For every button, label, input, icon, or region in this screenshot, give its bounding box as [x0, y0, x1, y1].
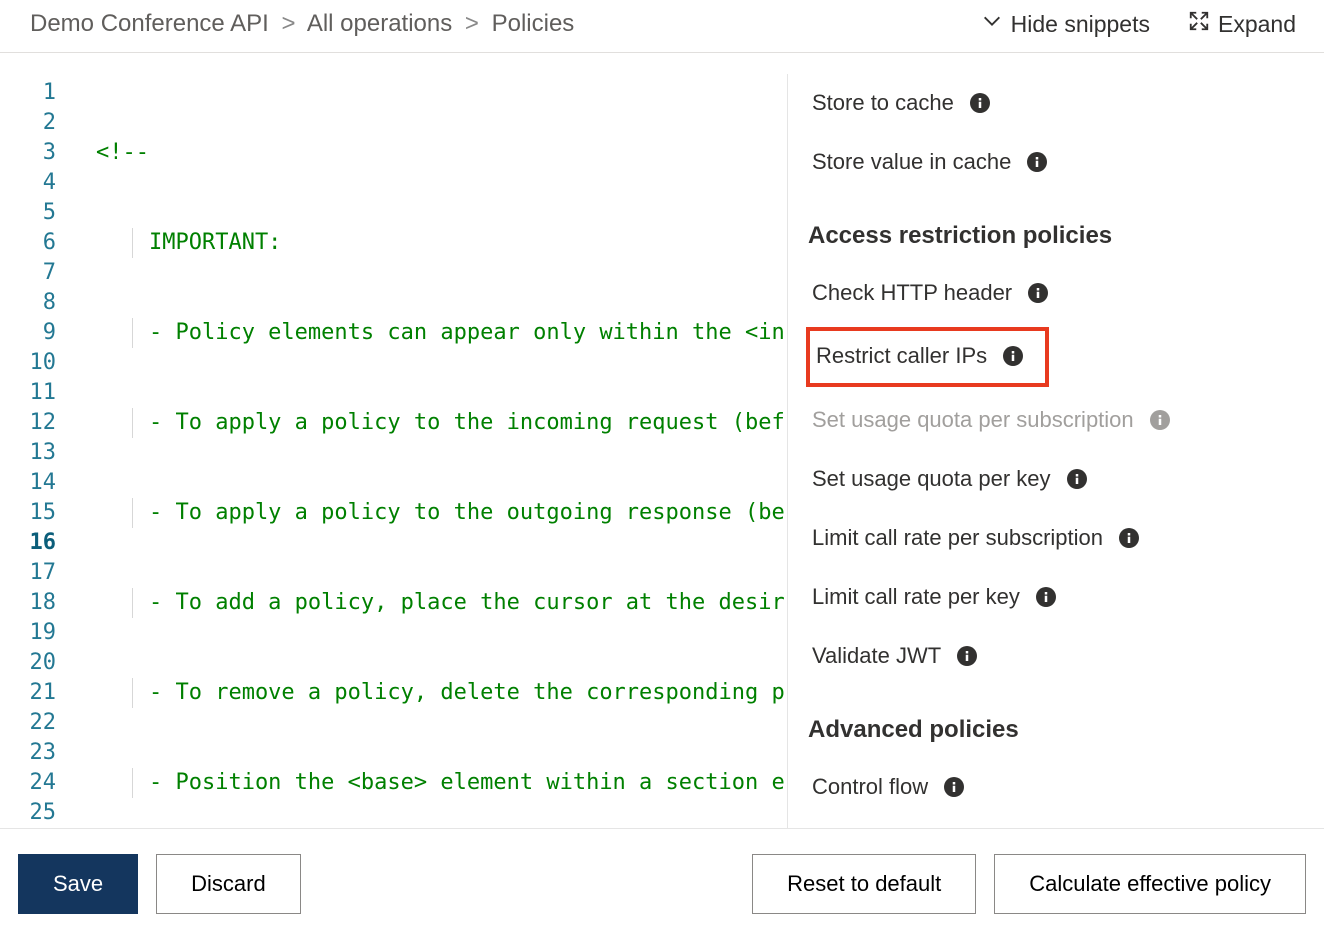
- code-text: - Policy elements can appear only within…: [96, 320, 785, 345]
- snippet-category-access: Access restriction policies: [806, 192, 1302, 264]
- snippet-label: Limit call rate per subscription: [812, 525, 1103, 551]
- code-text: - To add a policy, place the cursor at t…: [96, 590, 785, 615]
- info-icon[interactable]: [1150, 410, 1170, 430]
- breadcrumb: Demo Conference API > All operations > P…: [30, 10, 574, 38]
- code-text: IMPORTANT:: [96, 230, 281, 255]
- snippet-limit-call-rate-per-subscription[interactable]: Limit call rate per subscription: [806, 509, 1302, 568]
- top-actions: Hide snippets Expand: [981, 10, 1296, 38]
- snippet-label: Control flow: [812, 774, 928, 800]
- snippet-store-value-in-cache[interactable]: Store value in cache: [806, 133, 1302, 192]
- snippet-restrict-caller-ips[interactable]: Restrict caller IPs: [806, 327, 1049, 387]
- snippet-label: Check HTTP header: [812, 280, 1012, 306]
- snippet-category-advanced: Advanced policies: [806, 686, 1302, 758]
- info-icon[interactable]: [1036, 587, 1056, 607]
- breadcrumb-item-ops[interactable]: All operations: [307, 10, 452, 37]
- snippet-check-http-header[interactable]: Check HTTP header: [806, 264, 1302, 323]
- expand-button[interactable]: Expand: [1188, 10, 1296, 38]
- snippet-label: Set usage quota per subscription: [812, 407, 1134, 433]
- info-icon[interactable]: [1003, 346, 1023, 366]
- topbar: Demo Conference API > All operations > P…: [0, 0, 1324, 53]
- snippet-store-to-cache[interactable]: Store to cache: [806, 74, 1302, 133]
- snippet-set-usage-quota-per-key[interactable]: Set usage quota per key: [806, 450, 1302, 509]
- snippet-control-flow[interactable]: Control flow: [806, 758, 1302, 817]
- code-text: - Position the <base> element within a s…: [96, 770, 785, 795]
- hide-snippets-button[interactable]: Hide snippets: [981, 10, 1150, 38]
- snippet-label: Restrict caller IPs: [816, 343, 987, 369]
- info-icon[interactable]: [957, 646, 977, 666]
- snippet-label: Limit call rate per key: [812, 584, 1020, 610]
- snippet-limit-call-rate-per-key[interactable]: Limit call rate per key: [806, 568, 1302, 627]
- info-icon[interactable]: [1067, 469, 1087, 489]
- reset-to-default-button[interactable]: Reset to default: [752, 854, 976, 914]
- info-icon[interactable]: [1028, 283, 1048, 303]
- discard-button[interactable]: Discard: [156, 854, 301, 914]
- code-editor[interactable]: 1234567891011121314151617181920212223242…: [0, 74, 787, 828]
- info-icon[interactable]: [970, 93, 990, 113]
- snippet-label: Store to cache: [812, 90, 954, 116]
- code-text: - To apply a policy to the outgoing resp…: [96, 500, 785, 525]
- code-content[interactable]: <!-- IMPORTANT: - Policy elements can ap…: [68, 74, 787, 828]
- code-text: - To remove a policy, delete the corresp…: [96, 680, 785, 705]
- hide-snippets-label: Hide snippets: [1011, 11, 1150, 38]
- line-number-gutter: 1234567891011121314151617181920212223242…: [0, 74, 68, 828]
- policy-editor-pane: 1234567891011121314151617181920212223242…: [0, 74, 788, 828]
- snippet-label: Set usage quota per key: [812, 466, 1051, 492]
- breadcrumb-separator: >: [459, 10, 485, 37]
- code-text: - To apply a policy to the incoming requ…: [96, 410, 785, 435]
- main-area: 1234567891011121314151617181920212223242…: [0, 74, 1324, 828]
- calculate-effective-policy-button[interactable]: Calculate effective policy: [994, 854, 1306, 914]
- bottom-toolbar: Save Discard Reset to default Calculate …: [0, 828, 1324, 938]
- snippet-label: Validate JWT: [812, 643, 941, 669]
- expand-icon: [1188, 10, 1210, 38]
- chevron-down-icon: [981, 10, 1003, 38]
- breadcrumb-item-api[interactable]: Demo Conference API: [30, 10, 269, 37]
- snippets-pane: Store to cache Store value in cache Acce…: [788, 74, 1324, 828]
- breadcrumb-item-policies[interactable]: Policies: [492, 10, 575, 37]
- save-button[interactable]: Save: [18, 854, 138, 914]
- info-icon[interactable]: [1119, 528, 1139, 548]
- info-icon[interactable]: [1027, 152, 1047, 172]
- snippet-label: Store value in cache: [812, 149, 1011, 175]
- snippet-validate-jwt[interactable]: Validate JWT: [806, 627, 1302, 686]
- expand-label: Expand: [1218, 11, 1296, 38]
- breadcrumb-separator: >: [275, 10, 301, 37]
- code-text: <!--: [96, 140, 149, 165]
- snippet-set-usage-quota-per-subscription: Set usage quota per subscription: [806, 391, 1302, 450]
- info-icon[interactable]: [944, 777, 964, 797]
